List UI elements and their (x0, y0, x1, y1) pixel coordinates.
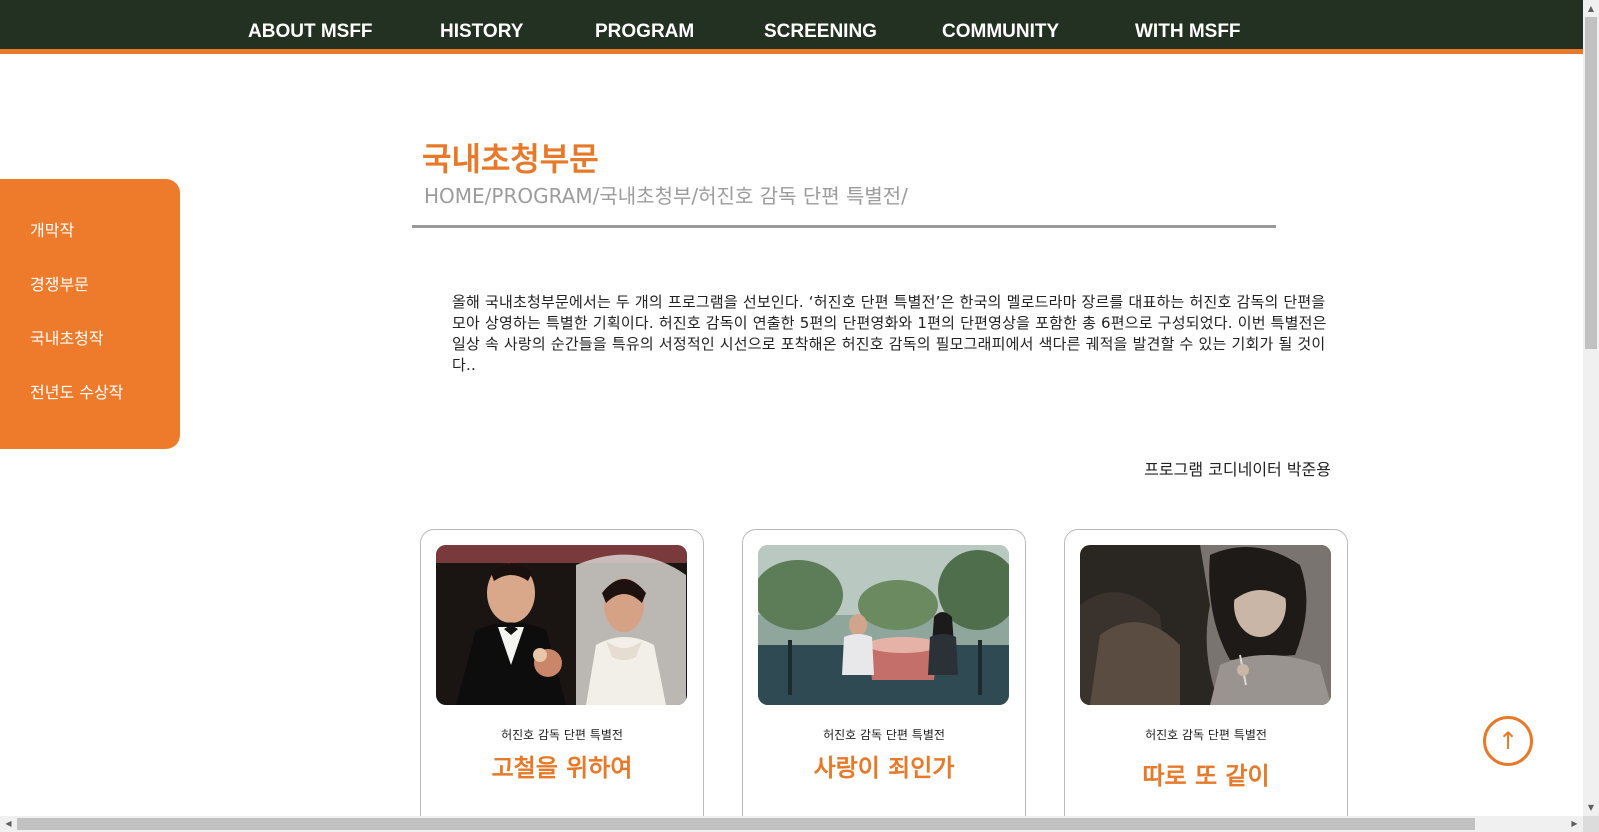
vertical-scrollbar[interactable]: ▲ ▼ (1583, 0, 1599, 816)
horizontal-scrollbar[interactable]: ◀ ▶ (0, 816, 1583, 832)
breadcrumb: HOME/PROGRAM/국내초청부/허진호 감독 단편 특별전/ (424, 184, 908, 208)
film-series-tag: 허진호 감독 단편 특별전 (501, 728, 623, 742)
nav-item-about-msff[interactable]: ABOUT MSFF (248, 0, 373, 54)
scroll-to-top-button[interactable]: ↑ (1483, 716, 1533, 766)
film-series-tag: 허진호 감독 단편 특별전 (1145, 728, 1267, 742)
scrollbar-corner (1583, 816, 1599, 832)
nav-item-community[interactable]: COMMUNITY (942, 0, 1059, 54)
scroll-up-arrow-icon[interactable]: ▲ (1583, 0, 1599, 17)
film-card[interactable]: 허진호 감독 단편 특별전 사랑이 죄인가 (742, 529, 1026, 832)
side-menu-item-previous-winners[interactable]: 전년도 수상작 (30, 379, 123, 403)
title-divider (412, 225, 1276, 228)
nav-item-with-msff[interactable]: WITH MSFF (1135, 0, 1241, 54)
scroll-down-arrow-icon[interactable]: ▼ (1583, 799, 1599, 816)
horizontal-scroll-thumb[interactable] (17, 818, 1475, 830)
arrow-up-icon: ↑ (1497, 727, 1519, 755)
film-title[interactable]: 고철을 위하여 (421, 748, 703, 783)
film-series-tag: 허진호 감독 단편 특별전 (823, 728, 945, 742)
nav-item-history[interactable]: HISTORY (440, 0, 523, 54)
film-title[interactable]: 사랑이 죄인가 (743, 748, 1025, 783)
side-menu: 개막작 경쟁부문 국내초청작 전년도 수상작 (0, 179, 180, 449)
side-menu-item-competition[interactable]: 경쟁부문 (30, 271, 89, 295)
scroll-left-arrow-icon[interactable]: ◀ (0, 816, 17, 832)
program-introduction: 올해 국내초청부문에서는 두 개의 프로그램을 선보인다. ‘허진호 단편 특별… (452, 293, 1327, 374)
nav-item-screening[interactable]: SCREENING (764, 0, 877, 54)
film-still-image (1080, 545, 1331, 705)
vertical-scroll-thumb[interactable] (1585, 17, 1597, 349)
program-coordinator: 프로그램 코디네이터 박준용 (1144, 460, 1331, 479)
film-card[interactable]: 허진호 감독 단편 특별전 따로 또 같이 (1064, 529, 1348, 832)
film-still-image (436, 545, 687, 705)
page-title: 국내초청부문 (422, 140, 599, 178)
top-navigation: ABOUT MSFF HISTORY PROGRAM SCREENING COM… (0, 0, 1583, 54)
side-menu-item-domestic-invitation[interactable]: 국내초청작 (30, 325, 104, 349)
film-still-image (758, 545, 1009, 705)
scroll-right-arrow-icon[interactable]: ▶ (1566, 816, 1583, 832)
film-card[interactable]: 허진호 감독 단편 특별전 고철을 위하여 (420, 529, 704, 832)
film-title[interactable]: 따로 또 같이 (1065, 756, 1347, 791)
nav-item-program[interactable]: PROGRAM (595, 0, 694, 54)
side-menu-item-opening-film[interactable]: 개막작 (30, 217, 74, 241)
